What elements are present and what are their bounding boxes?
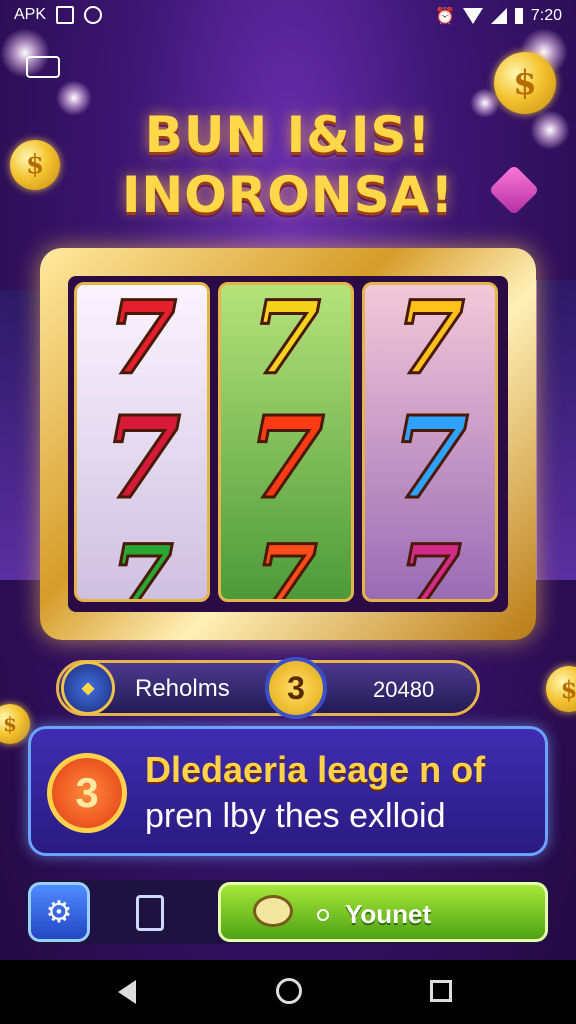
chat-icon — [253, 895, 293, 927]
reel-symbol: 7 — [106, 282, 179, 399]
status-app-label: APK — [14, 6, 47, 23]
level-badge: 3 — [265, 657, 327, 719]
coin-icon: $ — [0, 704, 30, 744]
reel-symbol: 7 — [397, 524, 463, 602]
banner-line1: Dledaeria leage n of — [145, 749, 486, 790]
reel-symbol: 7 — [253, 524, 319, 602]
reel-symbol: 7 — [246, 392, 327, 526]
game-title-line1: BUN I&IS! — [144, 106, 432, 164]
reel-symbol: 7 — [390, 392, 471, 526]
recents-nav-icon[interactable] — [430, 980, 452, 1002]
signal-icon — [490, 8, 507, 24]
image-icon — [56, 6, 75, 24]
reel-symbol: 7 — [250, 282, 323, 399]
game-title-line2: INORONSA! — [121, 166, 455, 224]
reel-area: 7 7 7 7 7 7 7 7 7 — [68, 276, 508, 612]
info-bar: ◆ Reholms 3 20480 — [56, 657, 480, 719]
target-icon — [84, 6, 103, 24]
back-icon[interactable] — [26, 56, 60, 78]
reel-symbol: 7 — [109, 524, 175, 602]
banner-line2: pren lby thes exlloid — [145, 797, 446, 835]
navigation-bar — [0, 960, 576, 1024]
arcade-machine-right — [534, 280, 576, 580]
reel-symbol: 7 — [394, 282, 467, 399]
play-button[interactable]: Younet — [218, 882, 548, 942]
alarm-icon: ⏰ — [434, 8, 455, 25]
settings-button[interactable]: ⚙ — [28, 882, 90, 942]
status-time: 7:20 — [530, 7, 562, 24]
home-nav-icon[interactable] — [276, 978, 302, 1004]
banner-badge: 3 — [47, 753, 127, 833]
slot-machine-frame: 7 7 7 7 7 7 7 7 7 — [40, 248, 536, 640]
status-bar: APK ⏰ 7:20 — [0, 0, 576, 32]
info-label: Reholms — [135, 675, 230, 702]
credit-value: 20480 — [373, 677, 435, 702]
reel-3: 7 7 7 — [362, 282, 498, 602]
wifi-icon — [462, 8, 483, 24]
dot-icon — [317, 909, 329, 921]
battery-icon — [514, 8, 523, 24]
clipboard-icon — [136, 895, 164, 931]
clipboard-button[interactable] — [130, 892, 170, 934]
bottom-panel: ⚙ Younet — [26, 880, 550, 944]
reel-1: 7 7 7 — [74, 282, 210, 602]
coin-icon: $ — [494, 52, 556, 114]
coin-icon: $ — [546, 666, 576, 712]
reel-symbol: 7 — [102, 392, 183, 526]
back-nav-icon[interactable] — [118, 980, 136, 1004]
reel-2: 7 7 7 — [218, 282, 354, 602]
arcade-machine-left — [0, 290, 45, 580]
gear-icon: ⚙ — [45, 895, 73, 929]
emblem-icon: ◆ — [61, 661, 115, 715]
play-button-label: Younet — [345, 899, 432, 929]
promo-banner[interactable]: 3 Dledaeria leage n of pren lby thes exl… — [28, 726, 548, 856]
